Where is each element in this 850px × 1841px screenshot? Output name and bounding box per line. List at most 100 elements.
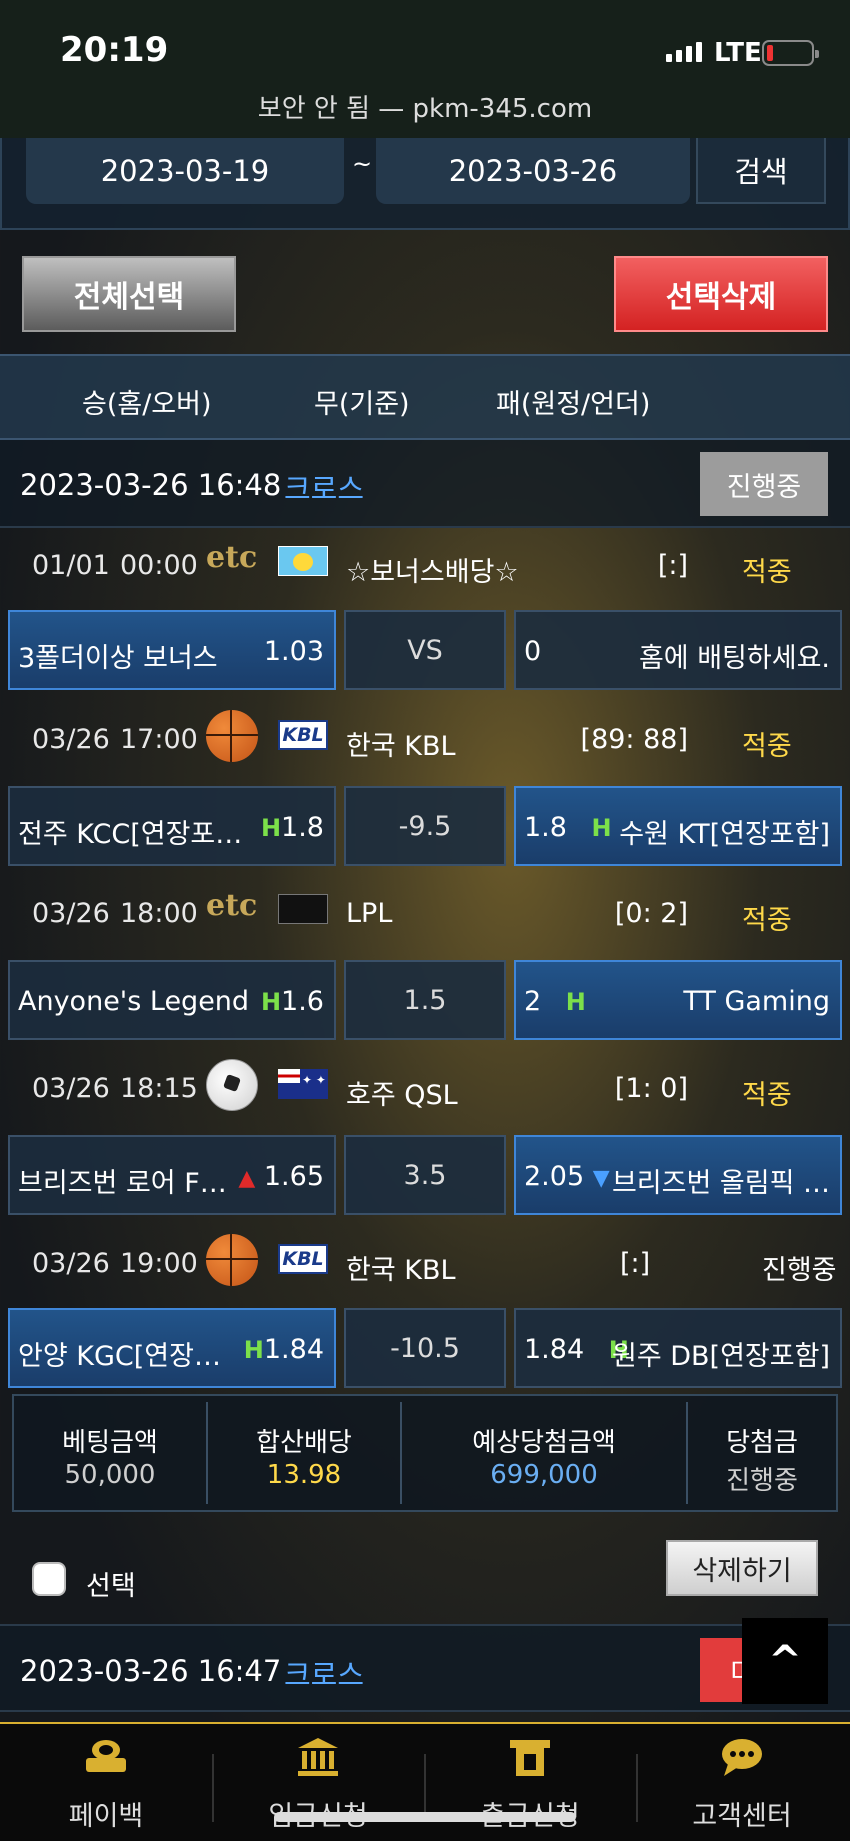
home-option[interactable]: 전주 KCC[연장포… H1.8: [8, 786, 336, 866]
game-time: 18:00: [120, 898, 198, 929]
select-label: 선택: [86, 1571, 136, 1602]
bet-amount-label: 베팅금액: [62, 1428, 158, 1458]
chevron-up-icon: ^: [768, 1638, 802, 1684]
away-odds: 0: [524, 636, 542, 667]
select-row: 선택 삭제하기: [0, 1540, 850, 1616]
battery-icon: [762, 40, 819, 66]
delete-bet-button[interactable]: 삭제하기: [666, 1540, 818, 1596]
bet-datetime: 2023-03-26 16:48: [20, 468, 282, 502]
home-option[interactable]: 안양 KGC[연장… H1.84: [8, 1308, 336, 1388]
chat-bubble-icon: [718, 1736, 766, 1778]
date-from-input[interactable]: 2023-03-19: [26, 138, 344, 204]
draw-option[interactable]: VS: [344, 610, 506, 690]
game-score: [:]: [657, 550, 688, 581]
home-odds: 1.84: [263, 1334, 324, 1365]
game-info-row: 03/26 17:00 KBL 한국 KBL [89: 88] 적중: [0, 700, 850, 780]
etc-sport-icon: etc: [206, 888, 258, 923]
game-result: 적중: [742, 1080, 792, 1111]
basketball-icon: [206, 1234, 258, 1286]
bet-datetime: 2023-03-26 16:47: [20, 1654, 282, 1688]
empty-flag-icon: [278, 894, 328, 924]
col-lose: 패(원정/언더): [496, 389, 651, 420]
game-info-row: 03/26 19:00 KBL 한국 KBL [:] 진행중: [0, 1224, 850, 1304]
handicap-icon: H: [565, 988, 586, 1016]
nav-deposit[interactable]: 입금신청: [212, 1724, 424, 1841]
nav-withdraw[interactable]: 출금신청: [424, 1724, 636, 1841]
handicap-icon: H: [260, 988, 282, 1016]
over-under-option[interactable]: 3.5: [344, 1135, 506, 1215]
game-result: 적중: [742, 905, 792, 936]
league-name: LPL: [346, 898, 393, 929]
home-indicator: [274, 1812, 576, 1822]
home-option[interactable]: 3폴더이상 보너스 1.03: [8, 610, 336, 690]
bet-options-row: 브리즈번 로어 F… ▲ 1.65 3.5 2.05 ▼ 브리즈번 올림픽 …: [0, 1135, 850, 1215]
game-info-row: 03/26 18:15 호주 QSL [1: 0] 적중: [0, 1049, 850, 1129]
bet-options-row: 안양 KGC[연장… H1.84 -10.5 1.84 H 원주 DB[연장포함…: [0, 1308, 850, 1388]
nav-support[interactable]: 고객센터: [636, 1724, 848, 1841]
game-score: [:]: [620, 1248, 651, 1279]
away-option[interactable]: 0 홈에 배팅하세요.: [514, 610, 842, 690]
handicap-option[interactable]: 1.5: [344, 960, 506, 1040]
game-date: 03/26: [32, 1073, 110, 1104]
home-team: Anyone's Legend: [18, 986, 250, 1017]
soccer-ball-icon: [206, 1059, 258, 1111]
date-to-input[interactable]: 2023-03-26: [376, 138, 690, 204]
home-option[interactable]: 브리즈번 로어 F… ▲ 1.65: [8, 1135, 336, 1215]
expected-win-cell: 예상당첨금액 699,000: [402, 1396, 686, 1510]
home-odds: 1.8: [281, 812, 324, 843]
bet-amount-value: 50,000: [64, 1460, 156, 1490]
away-odds: 2: [524, 986, 542, 1017]
home-odds: 1.6: [281, 986, 324, 1017]
total-odds-label: 합산배당: [256, 1428, 352, 1458]
league-name: 호주 QSL: [346, 1080, 458, 1111]
away-option[interactable]: 1.84 H 원주 DB[연장포함]: [514, 1308, 842, 1388]
game-time: 00:00: [120, 550, 198, 581]
away-odds: 2.05: [524, 1161, 585, 1192]
kbl-logo-icon: KBL: [278, 1244, 328, 1274]
search-button[interactable]: 검색: [696, 138, 826, 204]
away-option[interactable]: 2 H TT Gaming: [514, 960, 842, 1040]
league-name: 한국 KBL: [346, 731, 456, 762]
network-label: LTE: [714, 38, 762, 68]
game-info-row: 03/26 18:00 etc LPL [0: 2] 적중: [0, 874, 850, 954]
basketball-icon: [206, 710, 258, 762]
bet-options-row: 전주 KCC[연장포… H1.8 -9.5 1.8 H 수원 KT[연장포함]: [0, 786, 850, 866]
away-option[interactable]: 1.8 H 수원 KT[연장포함]: [514, 786, 842, 866]
handicap-option[interactable]: -10.5: [344, 1308, 506, 1388]
bet-type-link[interactable]: 크로스: [284, 466, 364, 508]
away-team: 브리즈번 올림픽 …: [611, 1168, 830, 1199]
select-all-button[interactable]: 전체선택: [22, 256, 236, 332]
coin-stack-icon: [82, 1736, 130, 1778]
total-odds-value: 13.98: [266, 1460, 342, 1490]
nav-label: 고객센터: [692, 1801, 792, 1832]
game-time: 18:15: [120, 1073, 198, 1104]
home-team: 3폴더이상 보너스: [18, 643, 218, 674]
column-header: 승(홈/오버) 무(기준) 패(원정/언더): [0, 354, 850, 440]
scroll-to-top-button[interactable]: ^: [742, 1618, 828, 1704]
address-bar[interactable]: 보안 안 됨 — pkm-345.com: [0, 88, 850, 125]
bet-card-header: 2023-03-26 16:48 크로스 진행중: [0, 440, 850, 528]
select-checkbox[interactable]: [32, 1562, 66, 1596]
home-odds: 1.03: [263, 636, 324, 667]
home-option[interactable]: Anyone's Legend H1.6: [8, 960, 336, 1040]
arrow-up-icon: ▲: [238, 1166, 256, 1191]
handicap-option[interactable]: -9.5: [344, 786, 506, 866]
delete-selected-button[interactable]: 선택삭제: [614, 256, 828, 332]
home-odds: 1.65: [263, 1161, 324, 1192]
game-time: 19:00: [120, 1248, 198, 1279]
bottom-nav: 페이백 입금신청 출금신청 고객센터: [0, 1722, 850, 1841]
bet-type-link[interactable]: 크로스: [284, 1652, 364, 1694]
wallet-icon: [506, 1736, 554, 1778]
handicap-icon: H: [591, 814, 612, 842]
etc-sport-icon: etc: [206, 540, 258, 575]
away-option[interactable]: 2.05 ▼ 브리즈번 올림픽 …: [514, 1135, 842, 1215]
game-date: 03/26: [32, 724, 110, 755]
game-result: 적중: [742, 557, 792, 588]
nav-payback[interactable]: 페이백: [0, 1724, 212, 1841]
arrow-down-icon: ▼: [592, 1166, 610, 1191]
bet-card-header: 2023-03-26 16:47 크로스 미: [0, 1624, 850, 1712]
signal-icon: [666, 42, 702, 62]
game-date: 03/26: [32, 1248, 110, 1279]
home-team: 브리즈번 로어 F…: [18, 1168, 227, 1199]
date-separator: ~: [352, 150, 373, 178]
